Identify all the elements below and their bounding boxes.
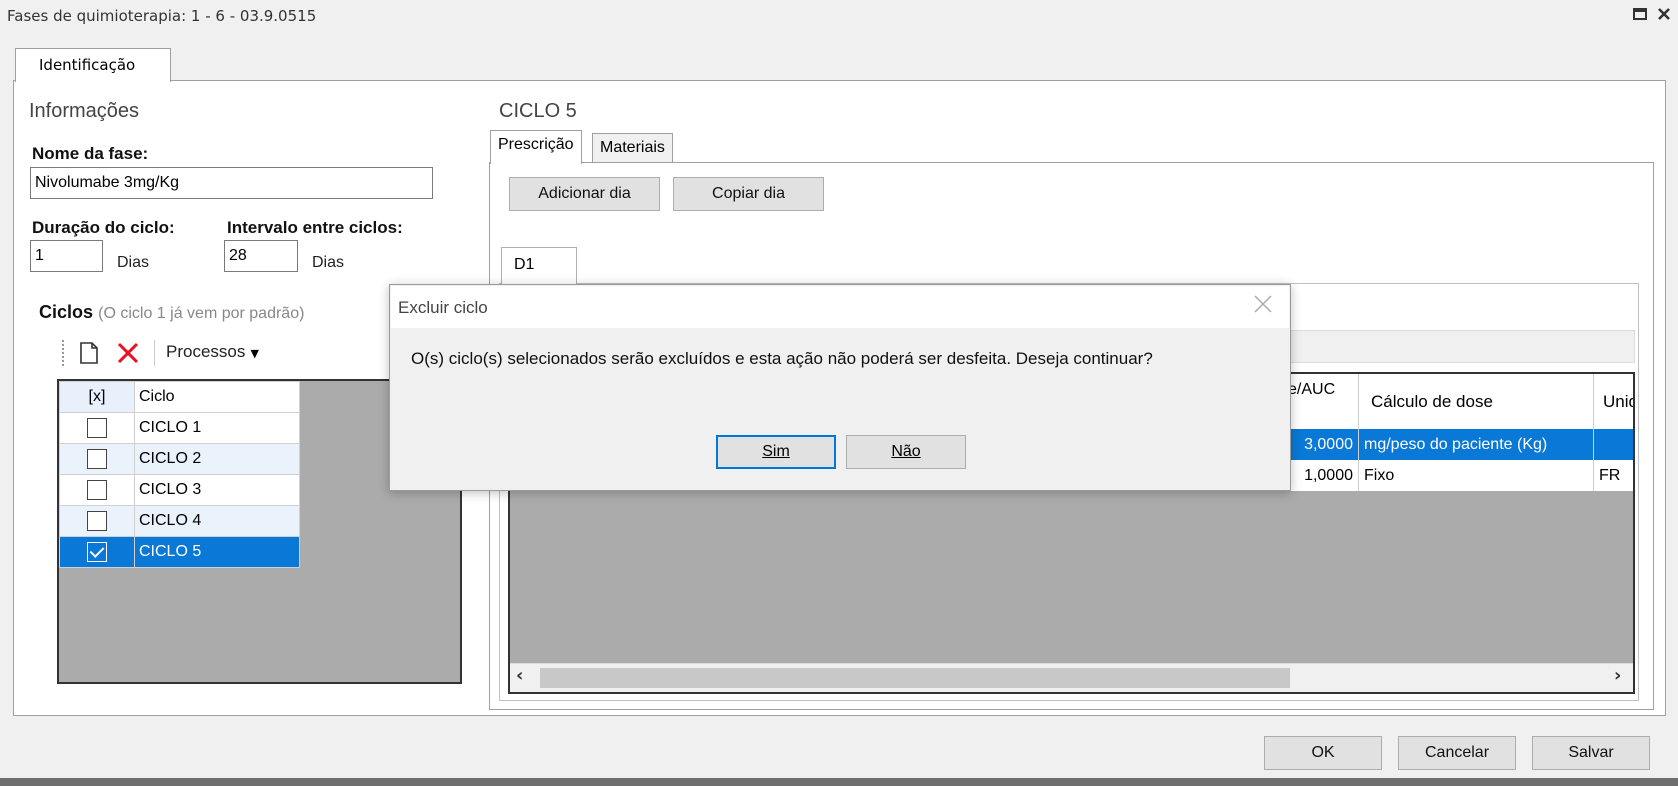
tab-day-d1[interactable]: D1 bbox=[501, 247, 577, 285]
dose-value: 1,0000 bbox=[1290, 460, 1357, 491]
tab-materiais[interactable]: Materiais bbox=[592, 133, 673, 163]
toolbar-separator bbox=[154, 340, 155, 366]
cycle-name: CICLO 3 bbox=[134, 474, 300, 506]
dose-value: 3,0000 bbox=[1290, 429, 1357, 460]
table-row[interactable]: CICLO 1 bbox=[59, 412, 300, 444]
dialog-message: O(s) ciclo(s) selecionados serão excluíd… bbox=[411, 349, 1153, 368]
delete-cycle-dialog: Excluir ciclo O(s) ciclo(s) selecionados… bbox=[389, 284, 1291, 491]
processes-dropdown[interactable]: Processos ▼ bbox=[166, 342, 259, 362]
yes-button[interactable]: Sim bbox=[716, 435, 836, 469]
ok-button[interactable]: OK bbox=[1264, 736, 1382, 770]
window-controls bbox=[1632, 6, 1670, 24]
window-title: Fases de quimioterapia: 1 - 6 - 03.9.051… bbox=[7, 7, 317, 25]
maximize-icon[interactable] bbox=[1632, 6, 1658, 24]
dialog-title: Excluir ciclo bbox=[398, 298, 488, 317]
close-icon[interactable] bbox=[1658, 6, 1670, 24]
cycles-grid: [x] Ciclo CICLO 1 CICLO 2 CICLO 3 CICLO … bbox=[59, 381, 300, 568]
cycles-title: Ciclos bbox=[39, 302, 94, 322]
phase-name-input[interactable]: Nivolumabe 3mg/Kg bbox=[30, 167, 433, 199]
scroll-right-icon[interactable]: › bbox=[1614, 665, 1621, 686]
window-titlebar: Fases de quimioterapia: 1 - 6 - 03.9.051… bbox=[0, 0, 1678, 34]
column-header-select[interactable]: [x] bbox=[59, 381, 135, 413]
cycle-name: CICLO 5 bbox=[134, 536, 300, 568]
column-header-dose[interactable]: e/AUC bbox=[1288, 381, 1335, 399]
table-row[interactable]: CICLO 2 bbox=[59, 443, 300, 475]
window-bottom-border bbox=[0, 778, 1678, 786]
cycles-note: (O ciclo 1 já vem por padrão) bbox=[98, 305, 305, 322]
cycle-duration-input[interactable]: 1 bbox=[30, 240, 103, 272]
column-header-cycle[interactable]: Ciclo bbox=[134, 381, 300, 413]
scrollbar-thumb[interactable] bbox=[540, 668, 1290, 688]
phase-name-label: Nome da fase: bbox=[32, 144, 149, 163]
cycle-name: CICLO 4 bbox=[134, 505, 300, 537]
add-day-button[interactable]: Adicionar dia bbox=[509, 177, 660, 211]
row-checkbox-checked[interactable] bbox=[87, 542, 107, 562]
cycle-duration-unit: Dias bbox=[117, 254, 150, 271]
row-checkbox[interactable] bbox=[87, 480, 107, 500]
column-header-unit[interactable]: Unid bbox=[1603, 392, 1633, 412]
interval-unit: Dias bbox=[312, 254, 345, 271]
no-button[interactable]: Não bbox=[846, 435, 966, 469]
interval-input[interactable]: 28 bbox=[224, 240, 298, 272]
table-row[interactable]: CICLO 4 bbox=[59, 505, 300, 537]
dose-calc: mg/peso do paciente (Kg) bbox=[1360, 429, 1593, 460]
cycle-name: CICLO 1 bbox=[134, 412, 300, 444]
copy-day-button[interactable]: Copiar dia bbox=[673, 177, 824, 211]
save-button[interactable]: Salvar bbox=[1532, 736, 1650, 770]
cancel-button[interactable]: Cancelar bbox=[1398, 736, 1516, 770]
info-section-title: Informações bbox=[29, 100, 140, 122]
interval-label: Intervalo entre ciclos: bbox=[227, 218, 403, 237]
cycle-name: CICLO 2 bbox=[134, 443, 300, 475]
row-checkbox[interactable] bbox=[87, 418, 107, 438]
new-document-icon[interactable] bbox=[78, 341, 100, 369]
row-checkbox[interactable] bbox=[87, 449, 107, 469]
dose-unit: FR bbox=[1595, 460, 1633, 491]
grid-divider bbox=[1358, 374, 1359, 491]
toolbar-grip bbox=[62, 340, 65, 366]
row-checkbox[interactable] bbox=[87, 511, 107, 531]
cycles-header: Ciclos (O ciclo 1 já vem por padrão) bbox=[39, 302, 304, 323]
tab-prescricao[interactable]: Prescrição bbox=[490, 130, 582, 164]
scroll-left-icon[interactable]: ‹ bbox=[516, 665, 523, 686]
table-row[interactable]: CICLO 3 bbox=[59, 474, 300, 506]
grid-divider bbox=[1593, 374, 1594, 491]
delete-x-icon[interactable] bbox=[116, 341, 140, 369]
chevron-down-icon: ▼ bbox=[250, 347, 259, 360]
cycle-detail-title: CICLO 5 bbox=[499, 100, 577, 122]
close-icon[interactable] bbox=[1253, 292, 1273, 320]
table-row-selected[interactable]: CICLO 5 bbox=[59, 536, 300, 568]
column-header-calc[interactable]: Cálculo de dose bbox=[1371, 392, 1493, 412]
tab-identificacao[interactable]: Identificação bbox=[15, 48, 171, 82]
dose-calc: Fixo bbox=[1360, 460, 1593, 491]
processes-label: Processos bbox=[166, 342, 246, 361]
cycle-duration-label: Duração do ciclo: bbox=[32, 218, 175, 237]
dialog-titlebar: Excluir ciclo bbox=[391, 286, 1289, 328]
